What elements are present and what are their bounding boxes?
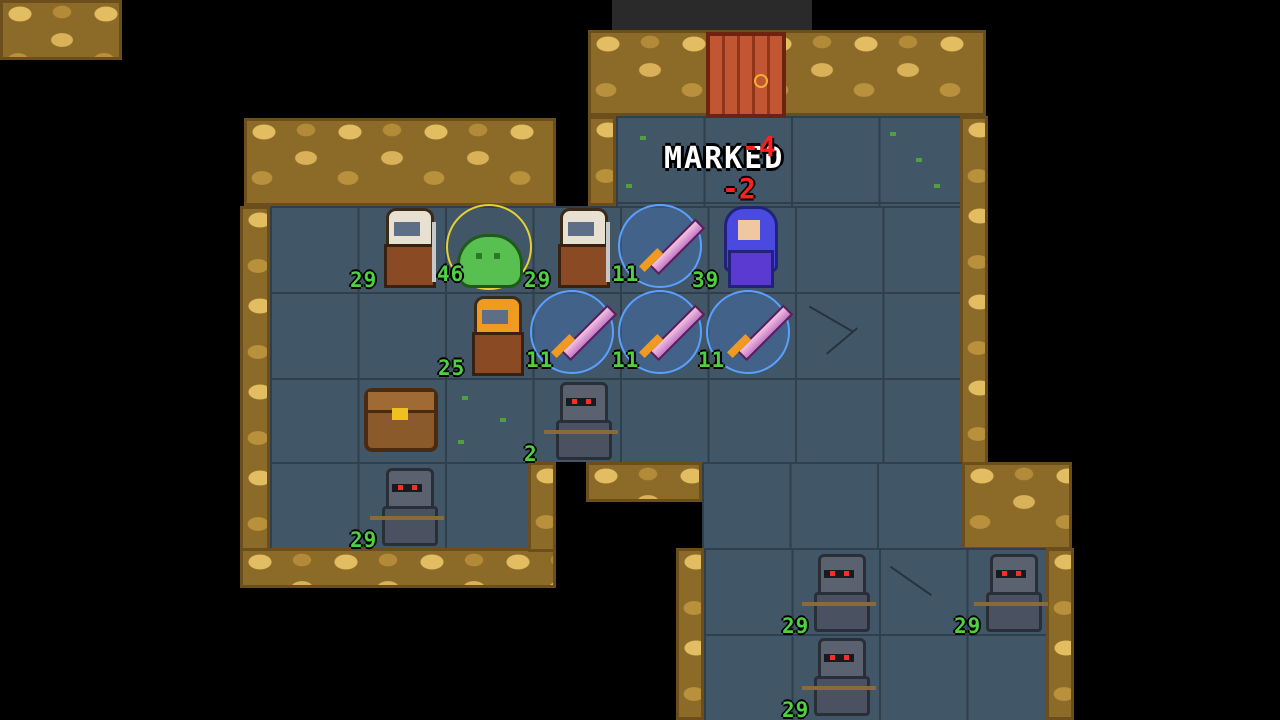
- hp-label: 29: [954, 614, 982, 638]
- knight-5[interactable]: 29: [782, 632, 882, 720]
- grass-decor: [640, 136, 646, 140]
- hp-label: 25: [438, 356, 466, 380]
- knight-visor: [566, 398, 596, 406]
- wall-bottom-left: [240, 548, 556, 588]
- knight-eye: [398, 485, 403, 490]
- cultist-face: [482, 310, 508, 324]
- chest-lock: [392, 408, 408, 420]
- wall-left-side: [240, 206, 270, 556]
- knight-spear: [544, 430, 618, 434]
- grass-decor: [500, 418, 506, 422]
- cultist-robe: [384, 244, 436, 288]
- damage-number: -2: [722, 172, 756, 205]
- dark-ledge: [612, 0, 812, 32]
- hp-label: 29: [782, 698, 810, 720]
- knight-armor: [556, 420, 612, 460]
- knight-visor: [824, 654, 854, 662]
- mage-robe: [728, 250, 774, 288]
- knight-armor: [814, 676, 870, 716]
- door-icon[interactable]: [706, 32, 786, 118]
- hp-label: 29: [350, 528, 378, 552]
- knight-spear: [802, 686, 876, 690]
- knight-eye: [844, 655, 849, 660]
- door-handle: [754, 74, 768, 88]
- slime-eye: [494, 253, 500, 259]
- knight-spear: [370, 516, 444, 520]
- wall-lower-right-block: [962, 462, 1072, 550]
- knight-4[interactable]: 29: [954, 548, 1054, 638]
- knight-armor: [382, 506, 438, 546]
- wall-corner: [0, 0, 122, 60]
- grass-decor: [916, 158, 922, 162]
- cultist-face: [568, 222, 594, 236]
- wall-mid-ledge: [586, 462, 702, 502]
- hp-label: 29: [524, 268, 552, 292]
- cultist-staff: [606, 222, 610, 282]
- wall-top-right-room: [588, 30, 986, 116]
- knight-eye: [572, 399, 577, 404]
- hp-label: 2: [524, 442, 538, 466]
- knight-eye: [412, 485, 417, 490]
- knight-spear: [802, 602, 876, 606]
- grass-decor: [626, 184, 632, 188]
- slime-eye: [476, 253, 482, 259]
- floor-right-lower[interactable]: [702, 462, 962, 548]
- damage-number: -4: [742, 130, 776, 163]
- chest-icon[interactable]: [364, 388, 438, 452]
- knight-eye: [830, 655, 835, 660]
- hp-label: 39: [692, 268, 720, 292]
- knight-armor: [814, 592, 870, 632]
- knight-1[interactable]: 2: [524, 376, 624, 466]
- knight-visor: [824, 570, 854, 578]
- knight-eye: [586, 399, 591, 404]
- grass-decor: [934, 184, 940, 188]
- game-viewport[interactable]: 29 46 29 11 39 25 11 11 11 2 29 29 29 29…: [0, 0, 1280, 720]
- hp-label: 11: [698, 348, 726, 372]
- cultist-staff: [432, 222, 436, 282]
- cultist-robe: [472, 332, 524, 376]
- mage-face: [738, 220, 760, 240]
- knight-spear: [974, 602, 1048, 606]
- hp-label: 29: [350, 268, 378, 292]
- knight-visor: [392, 484, 422, 492]
- wall-right-side: [960, 116, 988, 466]
- mage-player[interactable]: 39: [692, 202, 792, 292]
- grass-decor: [890, 132, 896, 136]
- knight-eye: [844, 571, 849, 576]
- wall-left-pillar: [588, 116, 616, 206]
- knight-2[interactable]: 29: [350, 462, 450, 552]
- slime-icon[interactable]: [457, 234, 523, 288]
- wall-top-left-room: [244, 118, 556, 206]
- cultist-face: [394, 222, 420, 236]
- knight-armor: [986, 592, 1042, 632]
- knight-visor: [996, 570, 1026, 578]
- knight-eye: [1002, 571, 1007, 576]
- knight-eye: [1016, 571, 1021, 576]
- knight-eye: [830, 571, 835, 576]
- cultist-robe: [558, 244, 610, 288]
- knight-3[interactable]: 29: [782, 548, 882, 638]
